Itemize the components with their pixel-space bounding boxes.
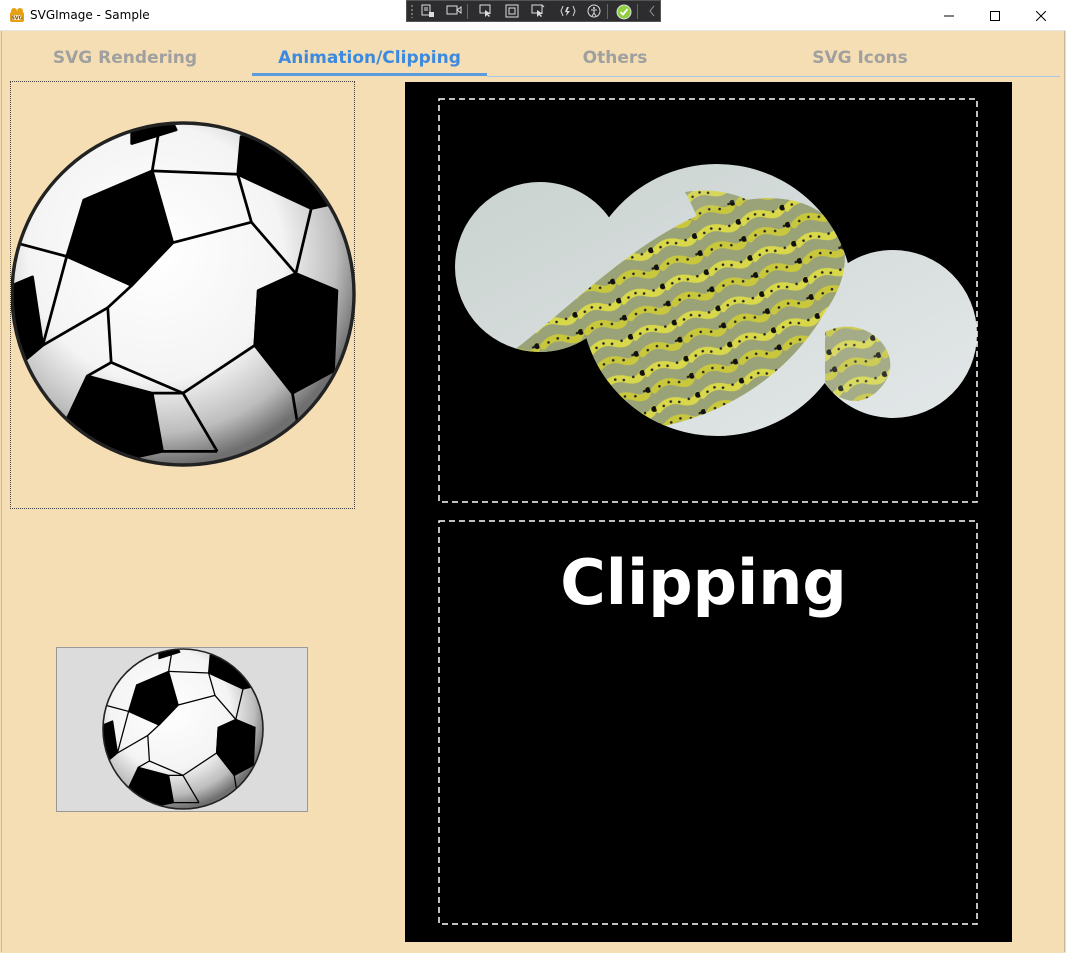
clipped-caterpillar-image xyxy=(455,164,977,436)
separator xyxy=(607,4,608,19)
tab-others[interactable]: Others xyxy=(520,46,710,76)
app-icon: SVG xyxy=(10,8,24,22)
display-layout-icon[interactable] xyxy=(503,3,521,19)
separator xyxy=(467,4,468,19)
minimize-icon xyxy=(944,15,954,16)
small-ball-panel xyxy=(56,647,308,812)
minimize-button[interactable] xyxy=(926,0,972,31)
select-element-icon[interactable] xyxy=(477,3,495,19)
tab-svg-icons[interactable]: SVG Icons xyxy=(760,46,960,76)
accessibility-icon[interactable] xyxy=(585,3,603,19)
soccer-ball-small xyxy=(57,648,307,811)
soccer-ball-large xyxy=(11,82,356,510)
close-button[interactable] xyxy=(1018,0,1064,31)
hot-reload-icon[interactable] xyxy=(559,3,577,19)
animation-area xyxy=(10,81,355,509)
window-title: SVGImage - Sample xyxy=(30,8,150,22)
tab-svg-rendering[interactable]: SVG Rendering xyxy=(30,46,220,76)
maximize-icon xyxy=(990,10,1000,21)
live-visual-tree-icon[interactable] xyxy=(419,3,437,19)
grip-icon[interactable] xyxy=(410,4,414,18)
maximize-button[interactable] xyxy=(972,0,1018,31)
tab-animation-clipping[interactable]: Animation/Clipping xyxy=(252,46,487,76)
devtools-toolbar xyxy=(406,0,661,22)
tab-strip-line xyxy=(487,76,1060,77)
collapse-icon[interactable] xyxy=(643,3,661,19)
binding-ok-icon[interactable] xyxy=(615,3,633,20)
record-icon[interactable] xyxy=(445,3,463,19)
close-icon xyxy=(1036,10,1046,21)
separator xyxy=(637,4,638,19)
clipping-text: Clipping xyxy=(560,546,847,619)
active-tab-indicator xyxy=(252,73,487,76)
clipping-canvas xyxy=(438,98,978,925)
clipping-panel: Clipping xyxy=(405,82,1012,942)
track-focus-icon[interactable] xyxy=(529,3,547,19)
svg-text:SVG: SVG xyxy=(11,15,23,21)
